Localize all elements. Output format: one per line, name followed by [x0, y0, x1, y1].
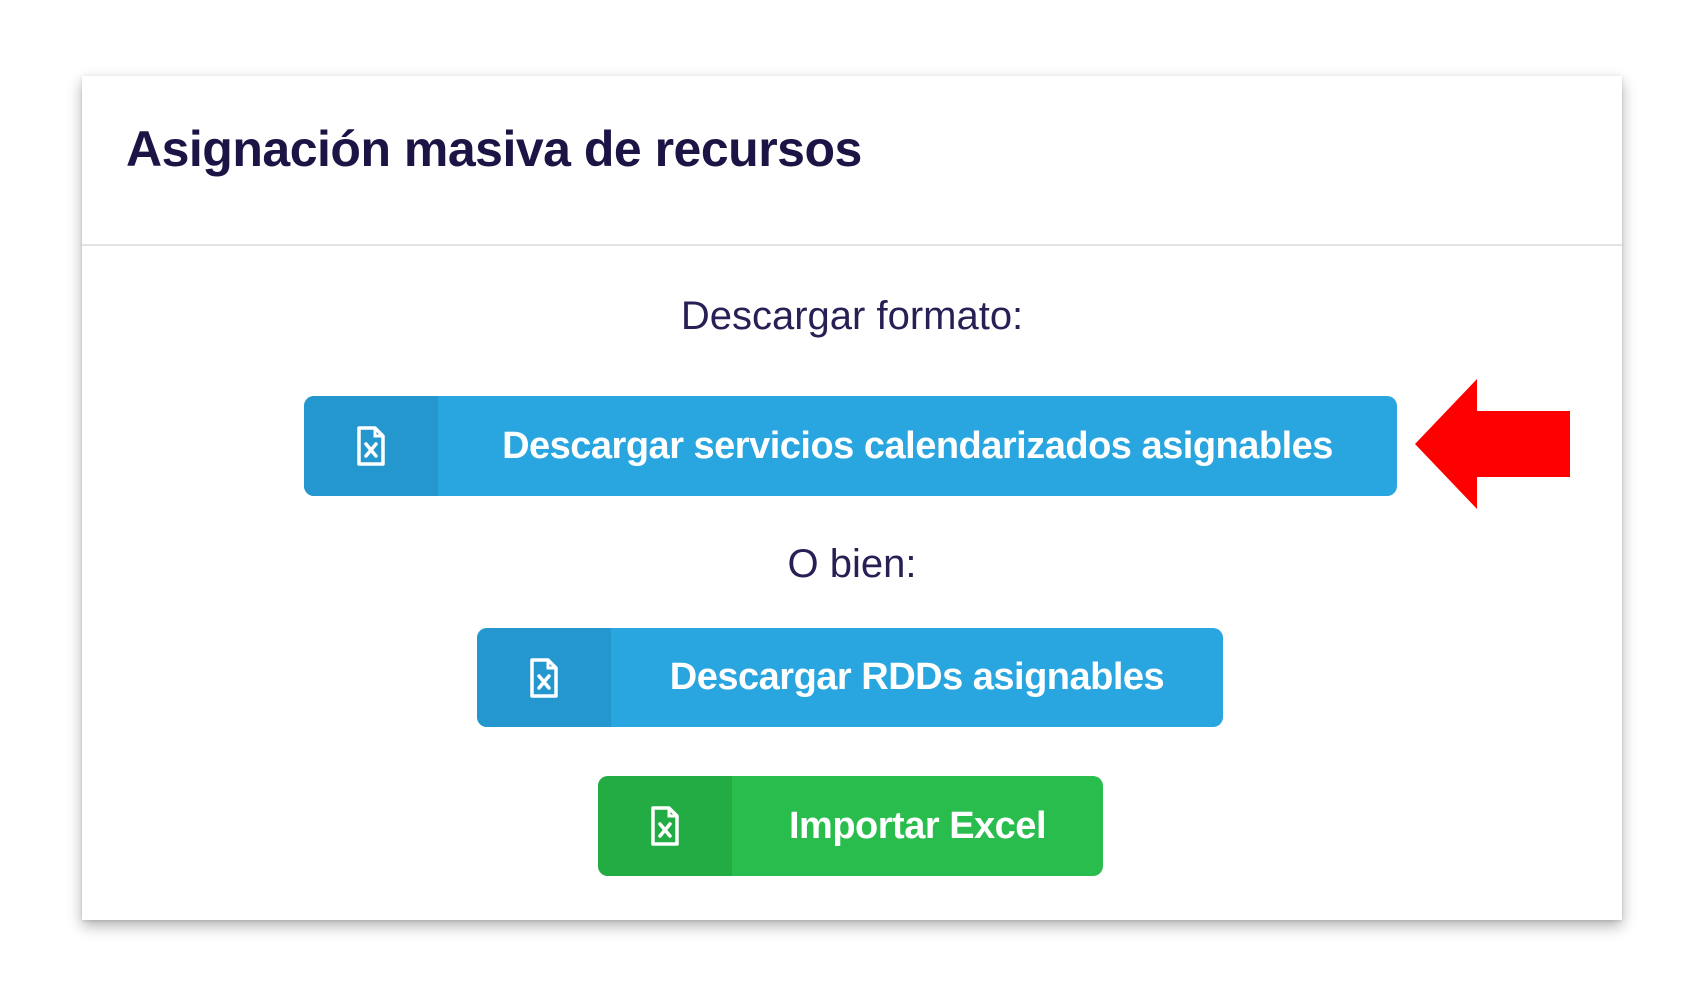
- panel-header: Asignación masiva de recursos: [82, 76, 1622, 246]
- download-scheduled-services-label: Descargar servicios calendarizados asign…: [502, 424, 1333, 467]
- panel-title: Asignación masiva de recursos: [126, 121, 862, 177]
- mass-resource-assignment-panel: Asignación masiva de recursos Descargar …: [82, 76, 1622, 920]
- red-arrow-left-icon: [1415, 379, 1570, 509]
- button-icon-box: [477, 628, 611, 727]
- or-label: O bien:: [787, 542, 917, 586]
- button-icon-box: [304, 396, 438, 496]
- excel-file-icon: [651, 806, 679, 846]
- excel-file-icon: [357, 426, 385, 466]
- excel-file-icon: [530, 657, 558, 698]
- button-icon-box: [598, 776, 732, 876]
- download-format-label: Descargar formato:: [680, 294, 1024, 338]
- import-excel-button[interactable]: Importar Excel: [598, 776, 1103, 876]
- download-rdds-button[interactable]: Descargar RDDs asignables: [477, 628, 1223, 727]
- import-excel-label: Importar Excel: [789, 804, 1047, 847]
- download-rdds-label: Descargar RDDs asignables: [669, 656, 1165, 698]
- download-scheduled-services-button[interactable]: Descargar servicios calendarizados asign…: [304, 396, 1397, 496]
